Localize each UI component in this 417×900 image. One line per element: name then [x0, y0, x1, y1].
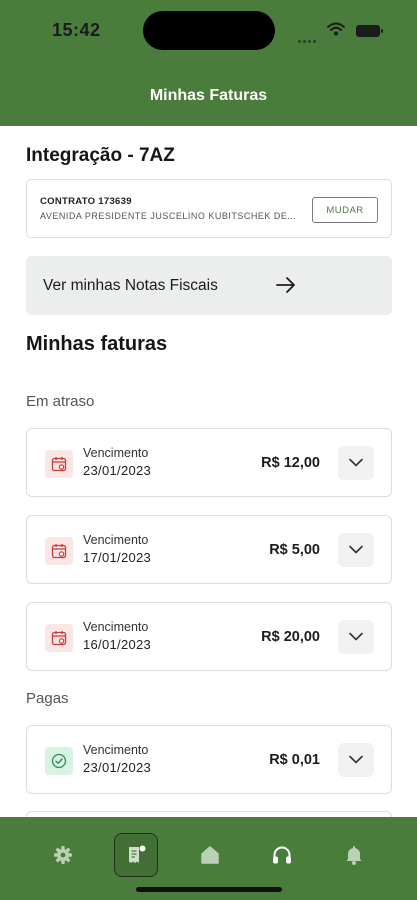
- headphones-icon: [273, 846, 291, 864]
- invoice-card: Vencimento 23/01/2023 R$ 12,00: [26, 428, 392, 497]
- calendar-icon: [45, 624, 73, 652]
- contract-card: CONTRATO 173639 AVENIDA PRESIDENTE JUSCE…: [26, 179, 392, 238]
- calendar-icon: [45, 537, 73, 565]
- notas-fiscais-button[interactable]: Ver minhas Notas Fiscais: [26, 256, 392, 315]
- page-title: Minhas Faturas: [149, 87, 268, 104]
- expand-button[interactable]: [338, 533, 374, 567]
- tab-support[interactable]: [260, 833, 304, 877]
- contract-address: AVENIDA PRESIDENTE JUSCELINO KUBITSCHEK …: [40, 211, 297, 221]
- status-bar: 15:42: [0, 0, 417, 62]
- chevron-down-icon: [349, 458, 363, 467]
- paid-group-label: Pagas: [26, 690, 69, 707]
- change-contract-button[interactable]: MUDAR: [312, 197, 378, 223]
- due-date: 17/01/2023: [83, 550, 152, 565]
- calendar-icon: [45, 450, 73, 478]
- wifi-icon: [327, 22, 345, 36]
- tab-notifications[interactable]: [332, 833, 376, 877]
- notas-fiscais-label: Ver minhas Notas Fiscais: [43, 277, 218, 294]
- invoice-card: Vencimento 17/01/2023 R$ 5,00: [26, 515, 392, 584]
- gear-icon: [54, 846, 72, 864]
- due-label: Vencimento: [83, 620, 149, 634]
- arrow-right-icon: [276, 277, 295, 293]
- invoice-card: Vencimento 16/01/2023 R$ 20,00: [26, 602, 392, 671]
- tab-home[interactable]: [188, 833, 232, 877]
- invoice-value: R$ 5,00: [269, 542, 320, 558]
- receipt-icon: [129, 845, 146, 863]
- invoice-value: R$ 20,00: [261, 629, 320, 645]
- home-icon: [201, 846, 219, 864]
- bell-icon: [346, 846, 362, 865]
- due-date: 23/01/2023: [83, 760, 152, 775]
- tab-settings[interactable]: [41, 833, 85, 877]
- due-label: Vencimento: [83, 533, 149, 547]
- home-indicator: [136, 887, 282, 892]
- due-label: Vencimento: [83, 446, 149, 460]
- invoice-card: Vencimento 23/01/2023 R$ 0,01: [26, 725, 392, 794]
- chevron-down-icon: [349, 755, 363, 764]
- contract-number: CONTRATO 173639: [40, 196, 132, 207]
- expand-button[interactable]: [338, 620, 374, 654]
- due-label: Vencimento: [83, 743, 149, 757]
- battery-icon: [356, 25, 383, 37]
- expand-button[interactable]: [338, 446, 374, 480]
- integration-title: Integração - 7AZ: [26, 145, 175, 166]
- chevron-down-icon: [349, 632, 363, 641]
- late-group-label: Em atraso: [26, 393, 95, 410]
- signal-icon: [298, 30, 318, 48]
- invoice-value: R$ 0,01: [269, 752, 320, 768]
- expand-button[interactable]: [338, 743, 374, 777]
- check-circle-icon: [45, 747, 73, 775]
- due-date: 16/01/2023: [83, 637, 152, 652]
- chevron-down-icon: [349, 545, 363, 554]
- invoices-title: Minhas faturas: [26, 333, 168, 355]
- dynamic-island: [143, 11, 275, 50]
- invoice-value: R$ 12,00: [261, 455, 320, 471]
- status-time: 15:42: [52, 20, 101, 40]
- tab-invoices[interactable]: [114, 833, 158, 877]
- due-date: 23/01/2023: [83, 463, 152, 478]
